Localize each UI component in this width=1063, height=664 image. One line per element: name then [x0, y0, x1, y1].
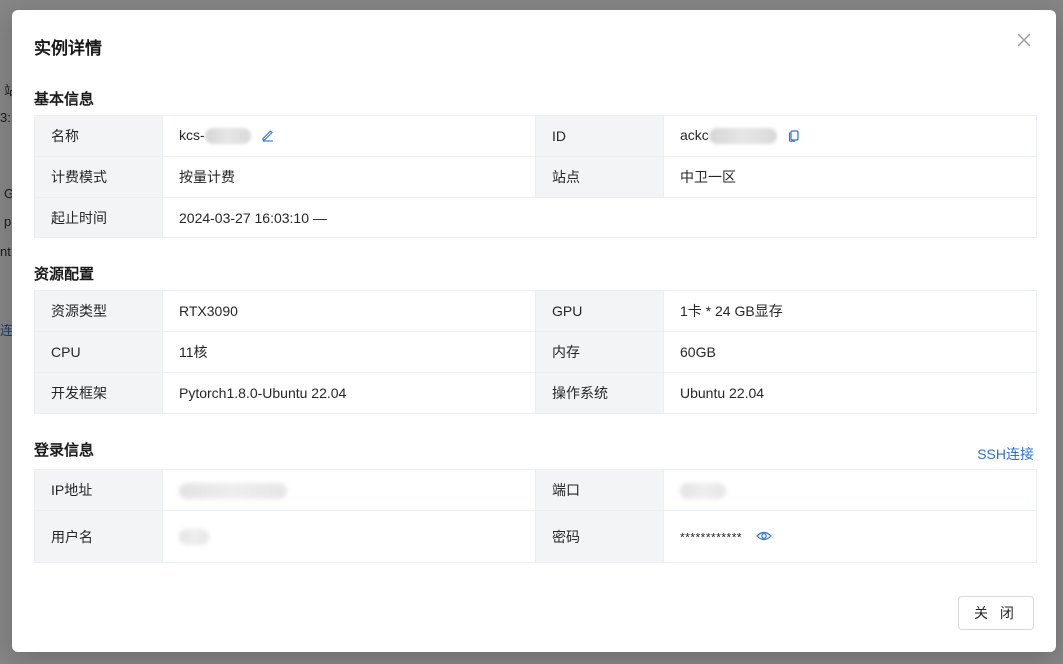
login-info-table: IP地址 端口 用户名 密码 ************ [34, 469, 1037, 563]
basic-info-table: 名称 kcs- ID ackc 计费模式 按量计费 站点 中卫一区 起止时间 2… [34, 115, 1037, 238]
gpu-value: 1卡 * 24 GB显存 [663, 290, 1037, 332]
gpu-label: GPU [535, 290, 664, 332]
framework-value: Pytorch1.8.0-Ubuntu 22.04 [162, 372, 536, 414]
resource-type-label: 资源类型 [34, 290, 163, 332]
table-row: 名称 kcs- ID ackc [34, 115, 1037, 157]
table-row: IP地址 端口 [34, 469, 1037, 511]
redacted-ip [179, 482, 287, 499]
resource-type-value: RTX3090 [162, 290, 536, 332]
name-value: kcs- [179, 127, 205, 144]
table-row: 用户名 密码 ************ [34, 510, 1037, 563]
memory-label: 内存 [535, 331, 664, 373]
dialog-title: 实例详情 [34, 39, 102, 58]
edit-icon[interactable] [261, 128, 275, 145]
name-cell: kcs- [162, 115, 536, 157]
eye-icon[interactable] [756, 529, 772, 545]
section-title-login: 登录信息 [34, 442, 95, 459]
port-label: 端口 [535, 469, 664, 511]
framework-label: 开发框架 [34, 372, 163, 414]
ssh-connect-link[interactable]: SSH连接 [977, 444, 1034, 464]
close-icon[interactable] [1012, 28, 1036, 52]
table-row: 开发框架 Pytorch1.8.0-Ubuntu 22.04 操作系统 Ubun… [34, 372, 1037, 414]
section-title-resources: 资源配置 [34, 266, 95, 283]
password-label: 密码 [535, 510, 664, 563]
os-value: Ubuntu 22.04 [663, 372, 1037, 414]
password-cell: ************ [663, 510, 1037, 563]
cpu-value: 11核 [162, 331, 536, 373]
instance-detail-dialog: 实例详情 基本信息 名称 kcs- ID ackc 计费模式 按量计费 站点 中… [12, 10, 1056, 652]
period-value: 2024-03-27 16:03:10 — [162, 197, 1037, 238]
period-label: 起止时间 [34, 197, 163, 238]
ip-label: IP地址 [34, 469, 163, 511]
id-cell: ackc [663, 115, 1037, 157]
site-value: 中卫一区 [663, 156, 1037, 198]
id-label: ID [535, 115, 664, 157]
memory-value: 60GB [663, 331, 1037, 373]
redacted-username [179, 529, 209, 546]
redacted-name [204, 128, 251, 145]
password-value: ************ [680, 530, 743, 545]
redacted-port [680, 482, 726, 499]
table-row: 计费模式 按量计费 站点 中卫一区 [34, 156, 1037, 198]
port-value [663, 469, 1037, 511]
os-label: 操作系统 [535, 372, 664, 414]
billing-label: 计费模式 [34, 156, 163, 198]
table-row: CPU 11核 内存 60GB [34, 331, 1037, 373]
ip-value [162, 469, 536, 511]
section-title-basic: 基本信息 [34, 91, 95, 108]
table-row: 资源类型 RTX3090 GPU 1卡 * 24 GB显存 [34, 290, 1037, 332]
name-label: 名称 [34, 115, 163, 157]
copy-icon[interactable] [787, 128, 801, 145]
close-button[interactable]: 关 闭 [958, 596, 1034, 630]
redacted-id [708, 128, 777, 145]
site-label: 站点 [535, 156, 664, 198]
username-label: 用户名 [34, 510, 163, 563]
id-value: ackc [680, 127, 709, 144]
username-value [162, 510, 536, 563]
billing-value: 按量计费 [162, 156, 536, 198]
cpu-label: CPU [34, 331, 163, 373]
resources-table: 资源类型 RTX3090 GPU 1卡 * 24 GB显存 CPU 11核 内存… [34, 290, 1037, 414]
table-row: 起止时间 2024-03-27 16:03:10 — [34, 197, 1037, 238]
